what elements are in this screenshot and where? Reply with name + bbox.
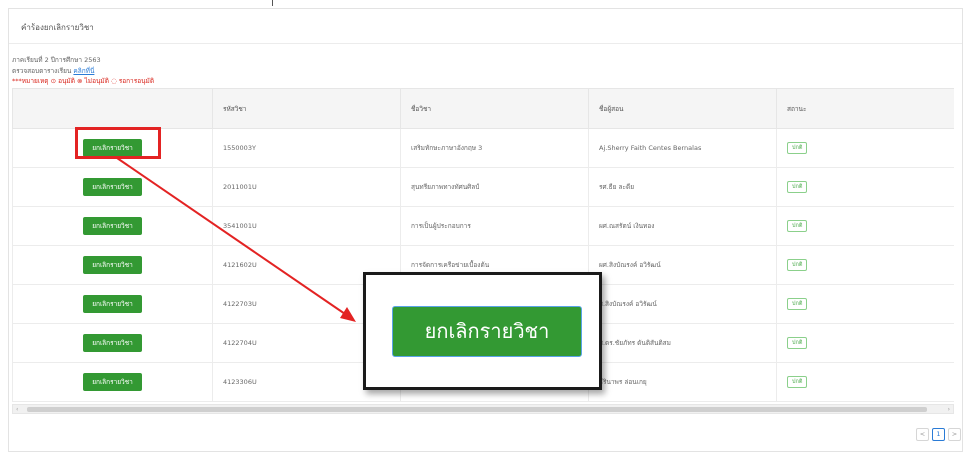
check-schedule-text: ตรวจสอบตารางเรียน <box>12 67 72 75</box>
cancel-course-button[interactable]: ยกเลิกรายวิชา <box>83 256 142 274</box>
course-code: 2011001U <box>212 167 401 207</box>
teacher-name: ธีรินาพร ล่อนเกยุ <box>588 362 777 402</box>
cancel-course-button[interactable]: ยกเลิกรายวิชา <box>83 334 142 352</box>
course-name: เสริมทักษะภาษาอังกฤษ 3 <box>400 128 589 168</box>
status-badge: ปกติ <box>787 376 808 388</box>
teacher-name: ผศ.สิงบัณรงค์ อวิรัฒน์ <box>588 245 777 285</box>
status-badge: ปกติ <box>787 220 808 232</box>
status-badge: ปกติ <box>787 337 808 349</box>
status-cell: ปกติ <box>776 362 954 402</box>
pager-page-button[interactable]: 1 <box>932 428 945 441</box>
status-badge: ปกติ <box>787 298 808 310</box>
teacher-name: Aj.Sherry Faith Centes Bernalas <box>588 128 777 168</box>
semester-info: ภาคเรียนที่ 2 ปีการศึกษา 2563 <box>12 56 101 64</box>
check-schedule-info: ตรวจสอบตารางเรียน คลิกที่นี่ <box>12 66 94 76</box>
action-cell: ยกเลิกรายวิชา <box>12 245 213 285</box>
card-divider <box>9 43 962 44</box>
header-status: สถานะ <box>776 88 954 129</box>
status-cell: ปกติ <box>776 206 954 246</box>
table-row: ยกเลิกรายวิชา 3541001U การเป็นผู้ประกอบก… <box>12 206 954 246</box>
status-cell: ปกติ <box>776 284 954 324</box>
teacher-name: ส.ดร.ชัยภัทร ดันติสันติสม <box>588 323 777 363</box>
teacher-name: ส.สิงบัณรงค์ อวิรัฒน์ <box>588 284 777 324</box>
status-cell: ปกติ <box>776 323 954 363</box>
status-cell: ปกติ <box>776 167 954 207</box>
pager-prev-button[interactable]: < <box>916 428 929 441</box>
horizontal-scrollbar[interactable]: ‹ › <box>12 404 954 414</box>
highlight-box <box>75 127 161 159</box>
course-code: 3541001U <box>212 206 401 246</box>
status-cell: ปกติ <box>776 128 954 168</box>
pagination: < 1 > <box>916 428 961 441</box>
header-teacher: ชื่อผู้สอน <box>588 88 777 129</box>
status-badge: ปกติ <box>787 259 808 271</box>
zoomed-cancel-course-button[interactable]: ยกเลิกรายวิชา <box>392 306 582 357</box>
action-cell: ยกเลิกรายวิชา <box>12 167 213 207</box>
cancel-course-button[interactable]: ยกเลิกรายวิชา <box>83 295 142 313</box>
pager-next-button[interactable]: > <box>948 428 961 441</box>
action-cell: ยกเลิกรายวิชา <box>12 206 213 246</box>
course-code: 1550003Y <box>212 128 401 168</box>
zoom-callout: ยกเลิกรายวิชา <box>363 272 602 390</box>
action-cell: ยกเลิกรายวิชา <box>12 362 213 402</box>
table-header-row: รหัสวิชา ชื่อวิชา ชื่อผู้สอน สถานะ <box>12 88 954 129</box>
cancel-course-button[interactable]: ยกเลิกรายวิชา <box>83 373 142 391</box>
action-cell: ยกเลิกรายวิชา <box>12 284 213 324</box>
action-cell: ยกเลิกรายวิชา <box>12 323 213 363</box>
scrollbar-thumb[interactable] <box>27 407 927 412</box>
status-badge: ปกติ <box>787 181 808 193</box>
top-strip <box>0 0 969 8</box>
scroll-right-icon[interactable]: › <box>948 406 950 413</box>
header-action <box>12 88 213 129</box>
table-row: ยกเลิกรายวิชา 2011001U สุนทรียภาพทางทัศน… <box>12 167 954 207</box>
scroll-left-icon[interactable]: ‹ <box>16 406 18 413</box>
status-legend: ***หมายเหตุ ⊙ อนุมัติ ⊗ ไม่อนุมัติ ◌ รอก… <box>12 77 155 85</box>
status-cell: ปกติ <box>776 245 954 285</box>
card-title: คำร้องยกเลิกรายวิชา <box>21 23 94 32</box>
course-name: สุนทรียภาพทางทัศนศิลป์ <box>400 167 589 207</box>
status-badge: ปกติ <box>787 142 808 154</box>
cancel-course-button[interactable]: ยกเลิกรายวิชา <box>83 217 142 235</box>
teacher-name: รศ.ธีย ละดีย <box>588 167 777 207</box>
cursor-tick <box>272 0 273 6</box>
course-name: การเป็นผู้ประกอบการ <box>400 206 589 246</box>
check-schedule-link[interactable]: คลิกที่นี่ <box>73 67 94 75</box>
header-name: ชื่อวิชา <box>400 88 589 129</box>
header-code: รหัสวิชา <box>212 88 401 129</box>
cancel-course-button[interactable]: ยกเลิกรายวิชา <box>83 178 142 196</box>
teacher-name: ผศ.ณสรัตน์ เงินทอง <box>588 206 777 246</box>
